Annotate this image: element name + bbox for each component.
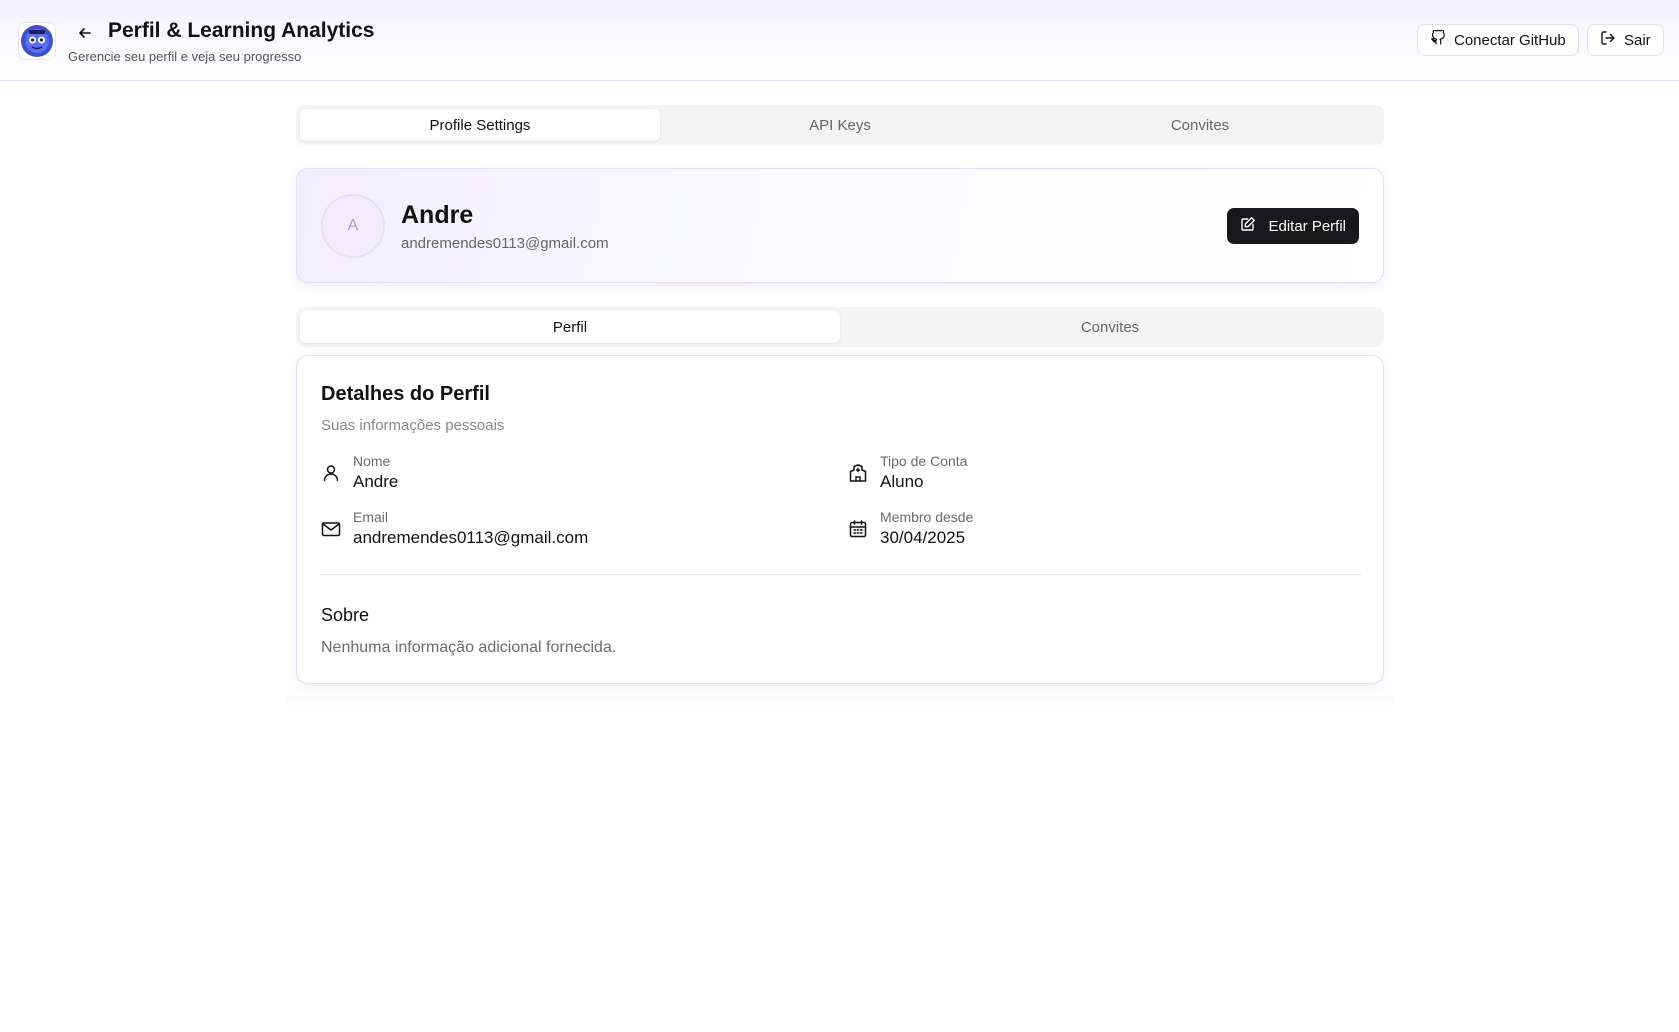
github-icon [1430,29,1446,50]
connect-github-label: Conectar GitHub [1454,31,1566,49]
tab-perfil[interactable]: Perfil [300,311,840,343]
calendar-icon [848,519,868,539]
tab-profile-settings[interactable]: Profile Settings [300,109,660,141]
profile-name: Andre [401,201,474,229]
field-member-since-value: 30/04/2025 [880,528,966,547]
about-text: Nenhuma informação adicional fornecida. [321,639,617,656]
tab-convites[interactable]: Convites [1020,109,1380,141]
app-logo-icon[interactable] [18,22,56,60]
back-arrow-icon[interactable] [74,22,96,44]
field-name-label: Nome [353,453,391,469]
app-header: Perfil & Learning Analytics Gerencie seu… [0,0,1679,81]
logout-icon [1600,30,1616,50]
page-title: Perfil & Learning Analytics [108,19,375,42]
field-name-value: Andre [353,472,399,491]
tab-sub-convites[interactable]: Convites [840,311,1380,343]
profile-details-card: Detalhes do Perfil Suas informações pess… [296,355,1384,684]
tab-api-keys[interactable]: API Keys [660,109,1020,141]
edit-icon [1240,216,1256,236]
connect-github-button[interactable]: Conectar GitHub [1417,24,1579,56]
details-subtitle: Suas informações pessoais [321,417,505,434]
details-title: Detalhes do Perfil [321,383,490,405]
field-email-label: Email [353,509,389,525]
logout-button[interactable]: Sair [1587,24,1664,56]
field-account-type-value: Aluno [880,472,924,491]
field-member-since-label: Membro desde [880,509,974,525]
profile-email: andremendes0113@gmail.com [401,235,609,252]
about-title: Sobre [321,605,370,625]
field-email-value: andremendes0113@gmail.com [353,528,589,547]
building-icon [848,463,868,483]
mail-icon [321,519,341,539]
field-account-type-label: Tipo de Conta [880,453,968,469]
edit-profile-label: Editar Perfil [1268,217,1346,235]
logout-label: Sair [1624,31,1651,49]
avatar: A [321,194,385,258]
profile-sub-tabs: Perfil Convites [296,307,1384,347]
content-bottom-edge [286,696,1394,708]
user-icon [321,463,341,483]
page-subtitle: Gerencie seu perfil e veja seu progresso [68,49,302,64]
details-divider [321,574,1361,575]
profile-summary-card: A Andre andremendes0113@gmail.com Editar… [296,168,1384,283]
top-tabs: Profile Settings API Keys Convites [296,105,1384,145]
edit-profile-button[interactable]: Editar Perfil [1227,208,1359,244]
